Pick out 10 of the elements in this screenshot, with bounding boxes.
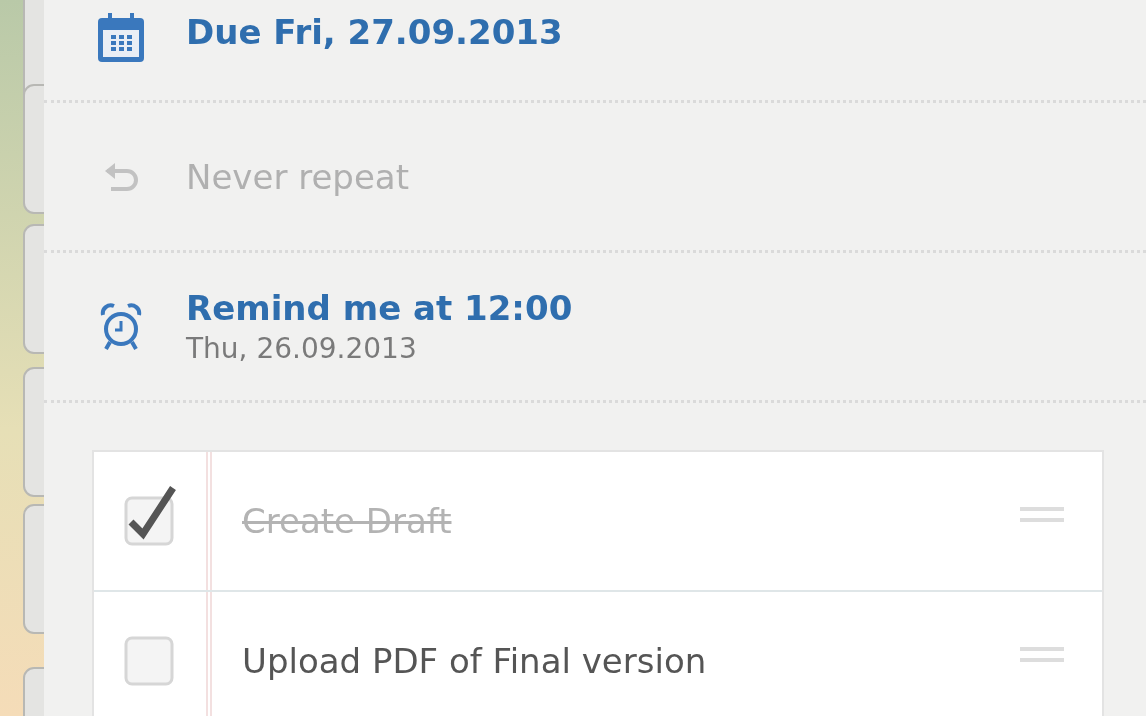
- drag-handle-icon[interactable]: [1020, 505, 1064, 525]
- repeat-icon: [103, 161, 139, 192]
- alarm-clock-icon: [100, 302, 142, 351]
- calendar-icon: [96, 12, 146, 64]
- reminder-date: Thu, 26.09.2013: [186, 332, 418, 365]
- drag-handle-icon[interactable]: [1020, 645, 1064, 665]
- due-date[interactable]: Due Fri, 27.09.2013: [186, 12, 563, 52]
- checkbox[interactable]: [123, 484, 177, 546]
- reminder-time[interactable]: Remind me at 12:00: [186, 288, 573, 328]
- subtask-title[interactable]: Upload PDF of Final version: [242, 641, 1020, 681]
